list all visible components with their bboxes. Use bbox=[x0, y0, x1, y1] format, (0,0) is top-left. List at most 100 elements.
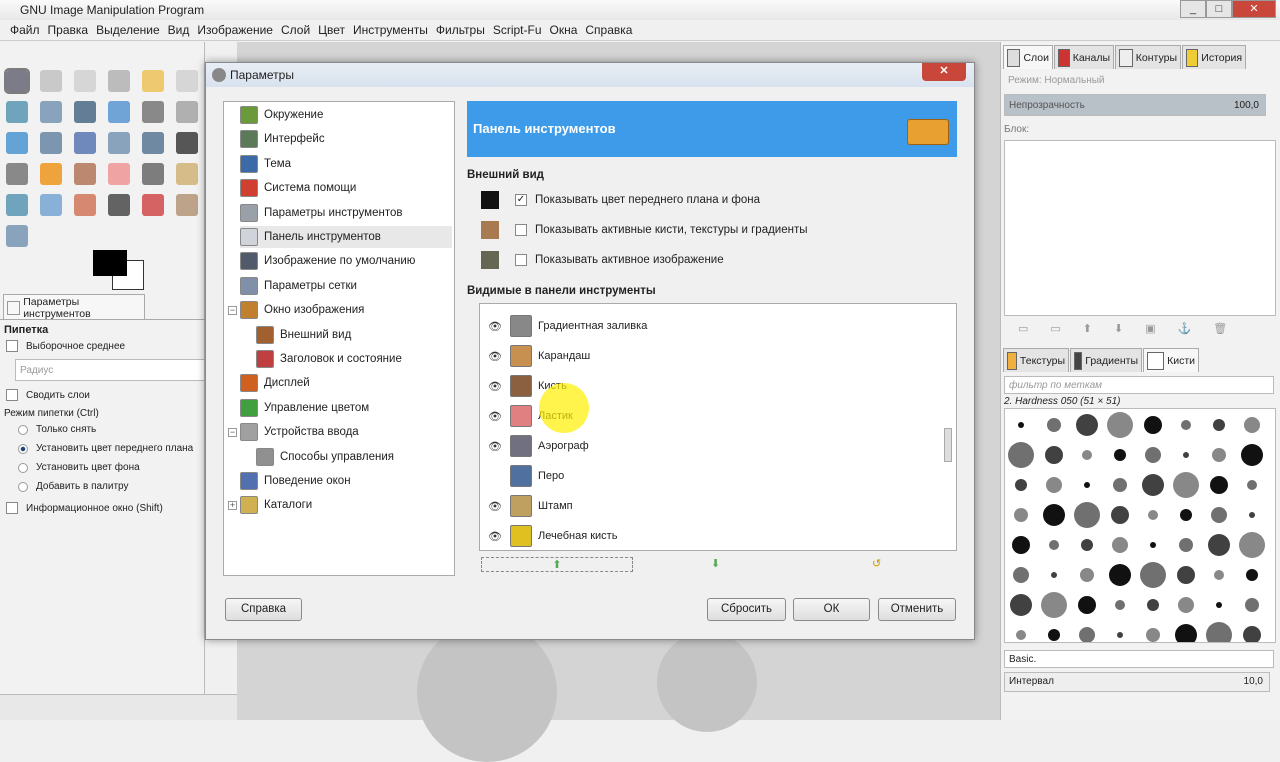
tool-list-item[interactable]: 👁 Градиентная заливка bbox=[480, 311, 940, 341]
brush-swatch[interactable] bbox=[1081, 539, 1093, 551]
spacing-slider[interactable]: Интервал 10,0 bbox=[1004, 672, 1270, 692]
menu-item[interactable]: Инструменты bbox=[349, 20, 432, 40]
tree-item[interactable]: Внешний вид bbox=[256, 324, 452, 346]
tree-item[interactable]: Параметры сетки bbox=[240, 275, 452, 297]
brush-swatch[interactable] bbox=[1048, 629, 1060, 641]
tab-layers[interactable]: История bbox=[1182, 45, 1246, 69]
menu-item[interactable]: Выделение bbox=[92, 20, 164, 40]
tree-item[interactable]: Интерфейс bbox=[240, 128, 452, 150]
visibility-eye-icon[interactable]: 👁 bbox=[480, 350, 510, 363]
tool-button[interactable] bbox=[142, 132, 164, 154]
close-button[interactable]: ✕ bbox=[1232, 0, 1276, 18]
tree-item[interactable]: Устройства ввода bbox=[240, 421, 452, 443]
tree-item[interactable]: Каталоги bbox=[240, 494, 452, 516]
brush-swatch[interactable] bbox=[1111, 506, 1129, 524]
tree-item[interactable]: Тема bbox=[240, 153, 452, 175]
brush-swatch[interactable] bbox=[1178, 597, 1194, 613]
tree-item[interactable]: Окружение bbox=[240, 104, 452, 126]
visibility-eye-icon[interactable]: 👁 bbox=[480, 500, 510, 513]
layers-list[interactable] bbox=[1004, 140, 1276, 316]
brush-preset-select[interactable]: Basic. bbox=[1004, 650, 1274, 668]
scrollbar[interactable] bbox=[944, 308, 954, 548]
tool-button[interactable] bbox=[108, 101, 130, 123]
tool-button[interactable] bbox=[176, 70, 198, 92]
brush-swatch[interactable] bbox=[1084, 482, 1090, 488]
option-checkbox[interactable] bbox=[515, 224, 527, 236]
brush-swatch[interactable] bbox=[1244, 417, 1260, 433]
brush-swatch[interactable] bbox=[1046, 477, 1062, 493]
brush-swatch[interactable] bbox=[1112, 537, 1128, 553]
tab-brushes[interactable]: Градиенты bbox=[1070, 348, 1142, 372]
brush-swatch[interactable] bbox=[1146, 628, 1160, 642]
reset-order-button[interactable]: ↺ bbox=[872, 557, 881, 570]
brush-swatch[interactable] bbox=[1045, 446, 1063, 464]
tree-item[interactable]: Поведение окон bbox=[240, 470, 452, 492]
tool-button[interactable] bbox=[108, 163, 130, 185]
brush-swatch[interactable] bbox=[1211, 507, 1227, 523]
brush-swatch[interactable] bbox=[1013, 567, 1029, 583]
reset-button[interactable]: Сбросить bbox=[707, 598, 786, 621]
visibility-eye-icon[interactable]: 👁 bbox=[480, 410, 510, 423]
brush-swatch[interactable] bbox=[1078, 596, 1096, 614]
brush-swatch[interactable] bbox=[1210, 476, 1228, 494]
tool-button[interactable] bbox=[142, 194, 164, 216]
tool-button[interactable] bbox=[74, 163, 96, 185]
brush-swatch[interactable] bbox=[1148, 510, 1158, 520]
tool-button[interactable] bbox=[176, 163, 198, 185]
brush-swatch[interactable] bbox=[1241, 444, 1263, 466]
tool-button[interactable] bbox=[142, 70, 164, 92]
brush-swatch[interactable] bbox=[1177, 566, 1195, 584]
tool-button[interactable] bbox=[176, 194, 198, 216]
tree-item[interactable]: Панель инструментов bbox=[240, 226, 452, 248]
tool-button[interactable] bbox=[6, 101, 28, 123]
sample-average-checkbox[interactable] bbox=[6, 340, 18, 352]
dialog-close-button[interactable]: ✕ bbox=[922, 63, 966, 81]
brush-swatch[interactable] bbox=[1249, 512, 1255, 518]
brush-swatch[interactable] bbox=[1047, 418, 1061, 432]
brush-swatch[interactable] bbox=[1018, 422, 1024, 428]
brush-swatch[interactable] bbox=[1150, 542, 1156, 548]
tool-button[interactable] bbox=[176, 132, 198, 154]
brush-swatch[interactable] bbox=[1010, 594, 1032, 616]
brush-swatch[interactable] bbox=[1175, 624, 1197, 642]
brush-swatch[interactable] bbox=[1144, 416, 1162, 434]
brush-swatch[interactable] bbox=[1243, 626, 1261, 642]
menu-item[interactable]: Фильтры bbox=[432, 20, 489, 40]
expander-icon[interactable]: + bbox=[228, 501, 237, 511]
menu-item[interactable]: Слой bbox=[277, 20, 314, 40]
menu-item[interactable]: Вид bbox=[164, 20, 194, 40]
option-checkbox[interactable] bbox=[515, 254, 527, 266]
help-button[interactable]: Справка bbox=[225, 598, 302, 621]
tool-list-item[interactable]: 👁 Лечебная кисть bbox=[480, 521, 940, 550]
sample-merged-checkbox[interactable] bbox=[6, 389, 18, 401]
tree-item[interactable]: Заголовок и состояние bbox=[256, 348, 452, 370]
brush-swatch[interactable] bbox=[1212, 448, 1226, 462]
tool-button[interactable] bbox=[74, 132, 96, 154]
brush-swatch[interactable] bbox=[1247, 480, 1257, 490]
tool-button[interactable] bbox=[108, 70, 130, 92]
brush-swatch[interactable] bbox=[1213, 419, 1225, 431]
visibility-eye-icon[interactable]: 👁 bbox=[480, 530, 510, 543]
brush-swatch[interactable] bbox=[1140, 562, 1166, 588]
brush-swatch[interactable] bbox=[1180, 509, 1192, 521]
move-down-button[interactable]: ⬇ bbox=[711, 557, 720, 570]
tool-button[interactable] bbox=[6, 163, 28, 185]
brush-swatch[interactable] bbox=[1109, 564, 1131, 586]
brush-swatch[interactable] bbox=[1015, 479, 1027, 491]
radius-field[interactable]: Радиус bbox=[15, 359, 205, 381]
tool-list-item[interactable]: 👁 Штамп bbox=[480, 491, 940, 521]
brush-swatch[interactable] bbox=[1117, 632, 1123, 638]
menu-item[interactable]: Окна bbox=[546, 20, 582, 40]
cancel-button[interactable]: Отменить bbox=[878, 598, 956, 621]
tool-button[interactable] bbox=[108, 132, 130, 154]
brush-swatch[interactable] bbox=[1014, 508, 1028, 522]
tab-layers[interactable]: Контуры bbox=[1115, 45, 1181, 69]
menu-item[interactable]: Цвет bbox=[314, 20, 349, 40]
brush-swatch[interactable] bbox=[1016, 630, 1026, 640]
tool-button[interactable] bbox=[40, 194, 62, 216]
tool-button[interactable] bbox=[176, 101, 198, 123]
tab-brushes[interactable]: Кисти bbox=[1143, 348, 1199, 372]
tool-button[interactable] bbox=[108, 194, 130, 216]
tool-button[interactable] bbox=[6, 132, 28, 154]
tree-item[interactable]: Способы управления bbox=[256, 446, 452, 468]
